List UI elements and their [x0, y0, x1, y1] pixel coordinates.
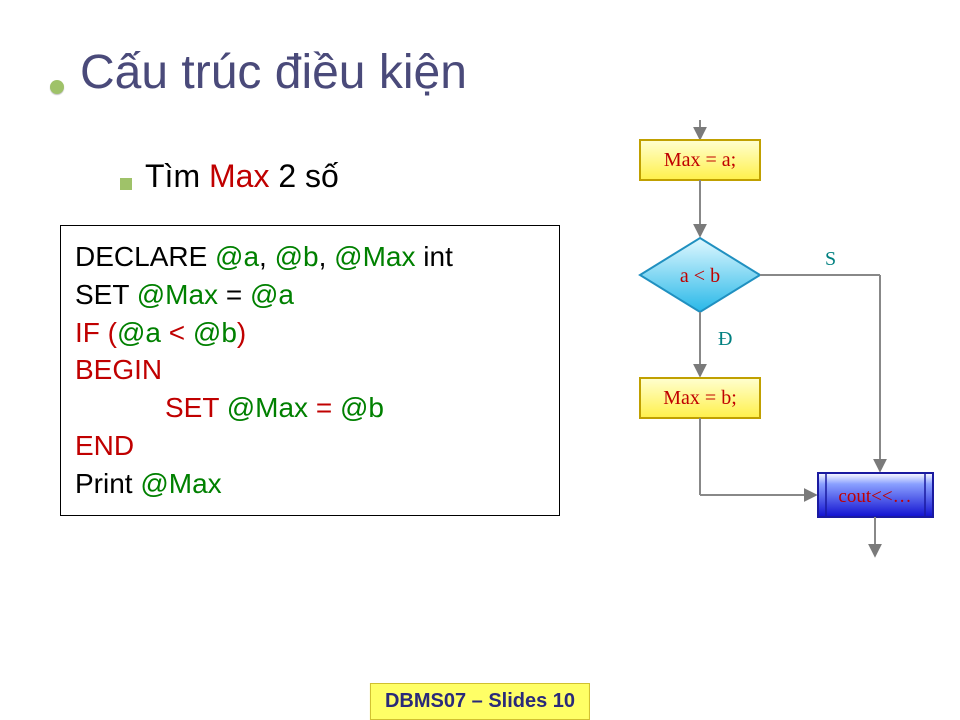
- code-line-3: IF (@a < @b): [75, 314, 545, 352]
- slide-title: Cấu trúc điều kiện: [80, 45, 467, 100]
- t: ): [237, 317, 246, 348]
- t: DECLARE: [75, 241, 215, 272]
- t: IF: [75, 317, 108, 348]
- subtitle: Tìm Max 2 số: [145, 158, 339, 195]
- flowchart: Max = a; a < b Đ S Max = b; cout<<…: [600, 120, 940, 600]
- flow-box-1-text: Max = a;: [664, 149, 736, 171]
- subtitle-hi: Max: [209, 158, 269, 194]
- t: @Max: [227, 392, 308, 423]
- code-line-4: BEGIN: [75, 351, 545, 389]
- t: @b: [340, 392, 384, 423]
- t: END: [75, 430, 134, 461]
- title-bullet: [50, 80, 64, 94]
- t: @a: [117, 317, 161, 348]
- code-block: DECLARE @a, @b, @Max int SET @Max = @a I…: [60, 225, 560, 516]
- slide-footer: DBMS07 – Slides 10: [370, 683, 590, 720]
- t: @b: [193, 317, 237, 348]
- code-line-6: END: [75, 427, 545, 465]
- subtitle-bullet: [120, 178, 132, 190]
- flow-false-label: S: [825, 248, 836, 270]
- t: @Max: [137, 279, 218, 310]
- code-line-5: SET @Max = @b: [75, 389, 545, 427]
- t: <: [161, 317, 193, 348]
- t: @Max: [140, 468, 221, 499]
- t: BEGIN: [75, 354, 162, 385]
- t: (: [108, 317, 117, 348]
- t: SET: [165, 392, 227, 423]
- t: =: [218, 279, 250, 310]
- t: =: [308, 392, 340, 423]
- subtitle-post: 2 số: [269, 158, 338, 194]
- t: Print: [75, 468, 140, 499]
- t: int: [416, 241, 453, 272]
- t: @a: [250, 279, 294, 310]
- code-line-7: Print @Max: [75, 465, 545, 503]
- t: @b: [275, 241, 319, 272]
- flow-true-label: Đ: [718, 328, 732, 350]
- flow-box-2-text: Max = b;: [663, 387, 737, 409]
- code-line-2: SET @Max = @a: [75, 276, 545, 314]
- t: @a: [215, 241, 259, 272]
- code-line-1: DECLARE @a, @b, @Max int: [75, 238, 545, 276]
- t: ,: [259, 241, 275, 272]
- flow-decision-text: a < b: [680, 265, 720, 287]
- t: ,: [319, 241, 335, 272]
- subtitle-pre: Tìm: [145, 158, 209, 194]
- t: SET: [75, 279, 137, 310]
- flow-output-text: cout<<…: [838, 486, 911, 507]
- t: @Max: [334, 241, 415, 272]
